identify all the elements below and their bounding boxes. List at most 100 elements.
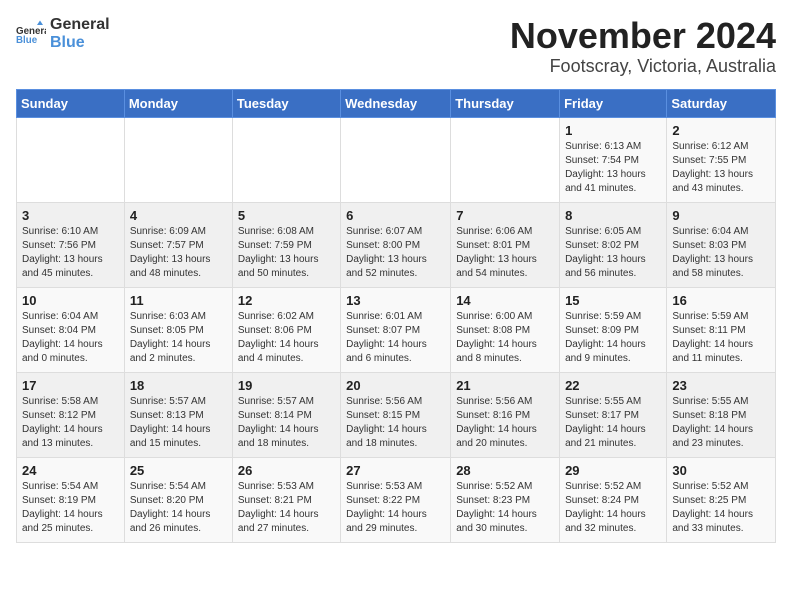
header-day-friday: Friday bbox=[560, 89, 667, 117]
calendar-cell: 29 Sunrise: 5:52 AM Sunset: 8:24 PM Dayli… bbox=[560, 457, 667, 542]
header-day-sunday: Sunday bbox=[17, 89, 125, 117]
calendar-cell: 9 Sunrise: 6:04 AM Sunset: 8:03 PM Daylig… bbox=[667, 202, 776, 287]
header-row: SundayMondayTuesdayWednesdayThursdayFrid… bbox=[17, 89, 776, 117]
calendar-cell: 4 Sunrise: 6:09 AM Sunset: 7:57 PM Daylig… bbox=[124, 202, 232, 287]
day-detail: Sunrise: 6:06 AM Sunset: 8:01 PM Dayligh… bbox=[456, 225, 554, 281]
calendar-cell: 12Sunrise: 6:02 AM Sunset: 8:06 PM Dayli… bbox=[232, 287, 340, 372]
logo: General Blue General Blue bbox=[16, 16, 110, 51]
calendar-cell: 7 Sunrise: 6:06 AM Sunset: 8:01 PM Daylig… bbox=[451, 202, 560, 287]
calendar-cell: 22 Sunrise: 5:55 AM Sunset: 8:17 PM Dayli… bbox=[560, 372, 667, 457]
week-row-4: 17 Sunrise: 5:58 AM Sunset: 8:12 PM Dayli… bbox=[17, 372, 776, 457]
day-detail: Sunrise: 6:07 AM Sunset: 8:00 PM Dayligh… bbox=[346, 225, 445, 281]
day-detail: Sunrise: 5:57 AM Sunset: 8:13 PM Dayligh… bbox=[130, 395, 227, 451]
day-detail: Sunrise: 5:52 AM Sunset: 8:23 PM Dayligh… bbox=[456, 480, 554, 536]
day-detail: Sunrise: 5:52 AM Sunset: 8:24 PM Dayligh… bbox=[565, 480, 661, 536]
location-title: Footscray, Victoria, Australia bbox=[510, 56, 776, 77]
calendar-cell: 19 Sunrise: 5:57 AM Sunset: 8:14 PM Dayli… bbox=[232, 372, 340, 457]
day-number: 4 bbox=[130, 208, 227, 223]
calendar-table: SundayMondayTuesdayWednesdayThursdayFrid… bbox=[16, 89, 776, 543]
day-detail: Sunrise: 5:52 AM Sunset: 8:25 PM Dayligh… bbox=[672, 480, 770, 536]
day-detail: Sunrise: 6:04 AM Sunset: 8:04 PM Dayligh… bbox=[22, 310, 119, 366]
day-detail: Sunrise: 5:55 AM Sunset: 8:17 PM Dayligh… bbox=[565, 395, 661, 451]
calendar-cell: 30Sunrise: 5:52 AM Sunset: 8:25 PM Dayli… bbox=[667, 457, 776, 542]
day-detail: Sunrise: 6:05 AM Sunset: 8:02 PM Dayligh… bbox=[565, 225, 661, 281]
day-number: 17 bbox=[22, 378, 119, 393]
day-detail: Sunrise: 5:59 AM Sunset: 8:11 PM Dayligh… bbox=[672, 310, 770, 366]
calendar-cell bbox=[232, 117, 340, 202]
day-number: 15 bbox=[565, 293, 661, 308]
day-detail: Sunrise: 5:57 AM Sunset: 8:14 PM Dayligh… bbox=[238, 395, 335, 451]
day-detail: Sunrise: 5:55 AM Sunset: 8:18 PM Dayligh… bbox=[672, 395, 770, 451]
calendar-cell bbox=[124, 117, 232, 202]
day-detail: Sunrise: 6:03 AM Sunset: 8:05 PM Dayligh… bbox=[130, 310, 227, 366]
calendar-cell: 15Sunrise: 5:59 AM Sunset: 8:09 PM Dayli… bbox=[560, 287, 667, 372]
calendar-cell: 23 Sunrise: 5:55 AM Sunset: 8:18 PM Dayli… bbox=[667, 372, 776, 457]
header-day-monday: Monday bbox=[124, 89, 232, 117]
day-detail: Sunrise: 6:09 AM Sunset: 7:57 PM Dayligh… bbox=[130, 225, 227, 281]
calendar-cell: 1 Sunrise: 6:13 AM Sunset: 7:54 PM Daylig… bbox=[560, 117, 667, 202]
day-number: 29 bbox=[565, 463, 661, 478]
header-day-tuesday: Tuesday bbox=[232, 89, 340, 117]
logo-icon: General Blue bbox=[16, 19, 46, 49]
calendar-cell: 21Sunrise: 5:56 AM Sunset: 8:16 PM Dayli… bbox=[451, 372, 560, 457]
day-number: 22 bbox=[565, 378, 661, 393]
day-number: 5 bbox=[238, 208, 335, 223]
calendar-cell: 5 Sunrise: 6:08 AM Sunset: 7:59 PM Daylig… bbox=[232, 202, 340, 287]
week-row-1: 1 Sunrise: 6:13 AM Sunset: 7:54 PM Daylig… bbox=[17, 117, 776, 202]
title-area: November 2024 Footscray, Victoria, Austr… bbox=[510, 16, 776, 77]
header: General Blue General Blue November 2024 … bbox=[16, 16, 776, 77]
day-detail: Sunrise: 6:00 AM Sunset: 8:08 PM Dayligh… bbox=[456, 310, 554, 366]
day-number: 13 bbox=[346, 293, 445, 308]
day-number: 25 bbox=[130, 463, 227, 478]
day-number: 14 bbox=[456, 293, 554, 308]
logo-blue: Blue bbox=[50, 34, 110, 52]
calendar-cell: 2Sunrise: 6:12 AM Sunset: 7:55 PM Daylig… bbox=[667, 117, 776, 202]
logo-general: General bbox=[50, 16, 110, 34]
week-row-2: 3 Sunrise: 6:10 AM Sunset: 7:56 PM Daylig… bbox=[17, 202, 776, 287]
calendar-cell: 24 Sunrise: 5:54 AM Sunset: 8:19 PM Dayli… bbox=[17, 457, 125, 542]
day-detail: Sunrise: 6:08 AM Sunset: 7:59 PM Dayligh… bbox=[238, 225, 335, 281]
day-number: 20 bbox=[346, 378, 445, 393]
calendar-cell: 11 Sunrise: 6:03 AM Sunset: 8:05 PM Dayli… bbox=[124, 287, 232, 372]
day-detail: Sunrise: 6:10 AM Sunset: 7:56 PM Dayligh… bbox=[22, 225, 119, 281]
calendar-cell: 10Sunrise: 6:04 AM Sunset: 8:04 PM Dayli… bbox=[17, 287, 125, 372]
day-detail: Sunrise: 5:58 AM Sunset: 8:12 PM Dayligh… bbox=[22, 395, 119, 451]
day-number: 21 bbox=[456, 378, 554, 393]
calendar-cell: 8 Sunrise: 6:05 AM Sunset: 8:02 PM Daylig… bbox=[560, 202, 667, 287]
header-day-thursday: Thursday bbox=[451, 89, 560, 117]
day-detail: Sunrise: 5:54 AM Sunset: 8:20 PM Dayligh… bbox=[130, 480, 227, 536]
calendar-cell: 6 Sunrise: 6:07 AM Sunset: 8:00 PM Daylig… bbox=[341, 202, 451, 287]
calendar-cell: 13 Sunrise: 6:01 AM Sunset: 8:07 PM Dayli… bbox=[341, 287, 451, 372]
day-number: 6 bbox=[346, 208, 445, 223]
day-number: 24 bbox=[22, 463, 119, 478]
day-number: 27 bbox=[346, 463, 445, 478]
day-number: 11 bbox=[130, 293, 227, 308]
day-number: 23 bbox=[672, 378, 770, 393]
day-detail: Sunrise: 6:13 AM Sunset: 7:54 PM Dayligh… bbox=[565, 140, 661, 196]
day-detail: Sunrise: 5:53 AM Sunset: 8:21 PM Dayligh… bbox=[238, 480, 335, 536]
calendar-cell bbox=[341, 117, 451, 202]
day-detail: Sunrise: 5:54 AM Sunset: 8:19 PM Dayligh… bbox=[22, 480, 119, 536]
day-number: 12 bbox=[238, 293, 335, 308]
day-number: 19 bbox=[238, 378, 335, 393]
day-number: 3 bbox=[22, 208, 119, 223]
day-detail: Sunrise: 5:56 AM Sunset: 8:15 PM Dayligh… bbox=[346, 395, 445, 451]
calendar-cell: 26Sunrise: 5:53 AM Sunset: 8:21 PM Dayli… bbox=[232, 457, 340, 542]
calendar-cell: 17 Sunrise: 5:58 AM Sunset: 8:12 PM Dayli… bbox=[17, 372, 125, 457]
day-number: 18 bbox=[130, 378, 227, 393]
day-number: 1 bbox=[565, 123, 661, 138]
calendar-cell: 28Sunrise: 5:52 AM Sunset: 8:23 PM Dayli… bbox=[451, 457, 560, 542]
calendar-cell: 20 Sunrise: 5:56 AM Sunset: 8:15 PM Dayli… bbox=[341, 372, 451, 457]
week-row-5: 24 Sunrise: 5:54 AM Sunset: 8:19 PM Dayli… bbox=[17, 457, 776, 542]
day-detail: Sunrise: 6:04 AM Sunset: 8:03 PM Dayligh… bbox=[672, 225, 770, 281]
calendar-cell: 25 Sunrise: 5:54 AM Sunset: 8:20 PM Dayli… bbox=[124, 457, 232, 542]
calendar-cell: 3 Sunrise: 6:10 AM Sunset: 7:56 PM Daylig… bbox=[17, 202, 125, 287]
day-number: 2 bbox=[672, 123, 770, 138]
day-detail: Sunrise: 5:53 AM Sunset: 8:22 PM Dayligh… bbox=[346, 480, 445, 536]
day-detail: Sunrise: 6:01 AM Sunset: 8:07 PM Dayligh… bbox=[346, 310, 445, 366]
month-title: November 2024 bbox=[510, 16, 776, 56]
day-number: 8 bbox=[565, 208, 661, 223]
day-number: 7 bbox=[456, 208, 554, 223]
day-number: 9 bbox=[672, 208, 770, 223]
header-day-saturday: Saturday bbox=[667, 89, 776, 117]
